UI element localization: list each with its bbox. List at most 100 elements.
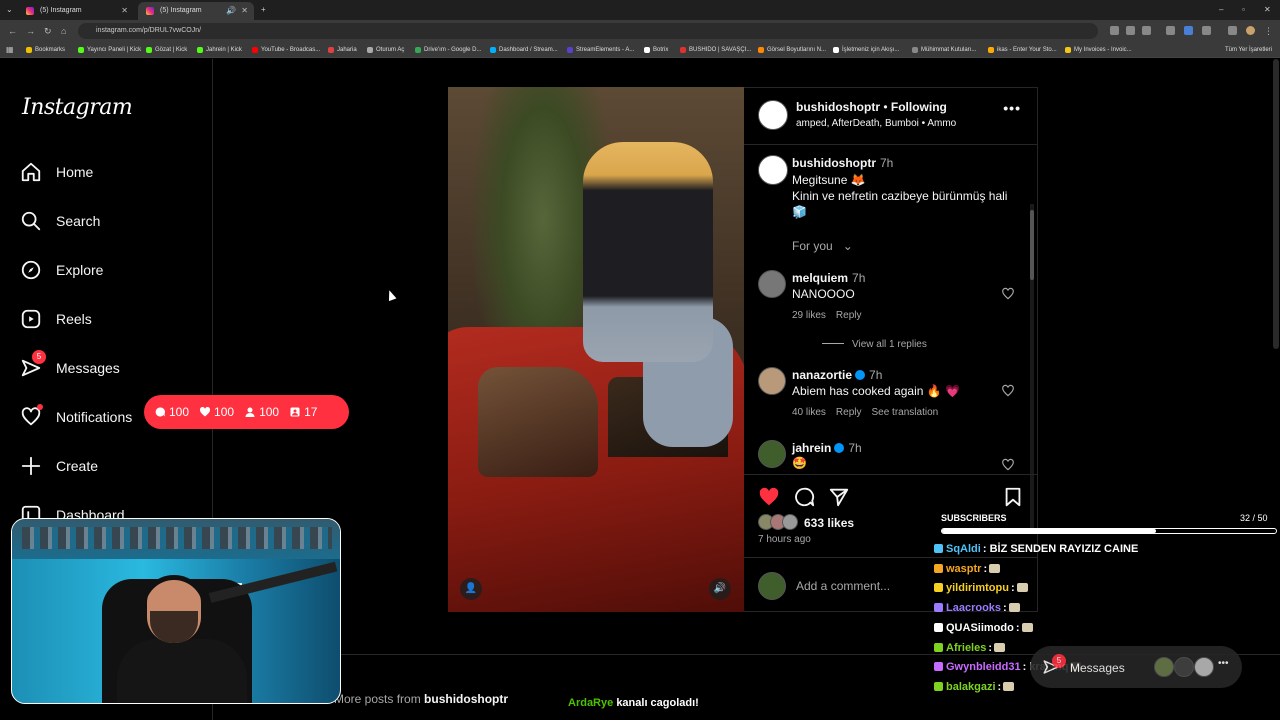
bookmark-item[interactable]: YouTube - Broadcas... [252, 42, 320, 58]
commenter-avatar[interactable] [758, 270, 786, 298]
caption-avatar[interactable] [758, 155, 788, 185]
extension-icon[interactable] [1184, 26, 1193, 35]
bookmark-item[interactable]: Yayıncı Paneli | Kick [78, 42, 141, 58]
browser-tab-2[interactable]: (5) Instagram 🔊 ✕ [138, 2, 254, 20]
chat-badge-icon [934, 583, 943, 593]
tab-bar: ⌄ (5) Instagram ✕ (5) Instagram 🔊 ✕ + – … [0, 0, 1280, 20]
bookmark-item[interactable]: Gözat | Kick [146, 42, 187, 58]
caption-username[interactable]: bushidoshoptr [792, 156, 876, 170]
browser-tab-1[interactable]: (5) Instagram ✕ [18, 2, 134, 20]
bookmark-item[interactable]: Dashboard / Stream... [490, 42, 558, 58]
bookmark-item[interactable]: Oturum Aç [367, 42, 404, 58]
author-username[interactable]: bushidoshoptr [796, 100, 880, 114]
for-you-dropdown[interactable]: For you ⌄ [792, 239, 863, 253]
more-options-icon[interactable]: ••• [1003, 100, 1021, 116]
comment-icon[interactable] [793, 486, 815, 508]
comment-meta: 40 likes Reply See translation [792, 407, 939, 418]
extension-icon[interactable] [1110, 26, 1119, 35]
bookmark-item[interactable]: StreamElements - A... [567, 42, 634, 58]
bookmark-icon[interactable] [1002, 486, 1024, 508]
chat-username: QUASiimodo [946, 621, 1014, 634]
likes-count[interactable]: 633 likes [804, 516, 854, 530]
audio-attribution[interactable]: amped, AfterDeath, Bumboi • Ammo [796, 118, 956, 129]
chat-badge-icon [934, 642, 943, 652]
messages-floating-button[interactable]: 5 Messages ••• [1030, 646, 1242, 688]
tags-count: 17 [289, 405, 317, 419]
chat-badge-icon [934, 662, 943, 672]
subscribers-label: SUBSCRIBERS [941, 513, 1007, 523]
address-bar: ← → ↻ ⌂ instagram.com/p/DRUL7vwCOJn/ ⋮ [0, 20, 1280, 42]
menu-icon[interactable]: ⋮ [1264, 20, 1273, 42]
sidebar-item-create[interactable]: Create [20, 452, 200, 482]
messages-badge: 5 [32, 350, 46, 364]
tagged-users-icon[interactable]: 👤 [460, 578, 482, 600]
commenter-avatar[interactable] [758, 440, 786, 468]
bookmark-item[interactable]: Drive'ım - Google D... [415, 42, 482, 58]
like-heart-icon[interactable] [758, 486, 780, 508]
bookmark-item[interactable]: İşletmeniz için Akışı... [833, 42, 899, 58]
like-comment-icon[interactable] [1001, 458, 1015, 472]
comments-scroll-thumb[interactable] [1030, 210, 1034, 280]
instagram-logo[interactable]: Instagram [22, 95, 133, 120]
minimize-icon[interactable]: – [1219, 0, 1223, 20]
chat-emote-icon [989, 563, 1001, 573]
restore-icon[interactable]: ▫ [1242, 0, 1245, 20]
new-tab-icon[interactable]: + [261, 0, 266, 20]
back-icon[interactable]: ← [8, 20, 17, 42]
post-media-image[interactable]: 👤 🔊 [448, 87, 744, 612]
tab-search-icon[interactable]: ⌄ [6, 0, 13, 20]
like-comment-icon[interactable] [1001, 384, 1015, 398]
bookmark-item[interactable]: Botrix [644, 42, 668, 58]
close-window-icon[interactable]: ✕ [1264, 0, 1271, 20]
bookmark-item[interactable]: Bookmarks [26, 42, 65, 58]
close-tab-icon[interactable]: ✕ [121, 2, 128, 20]
share-icon[interactable] [828, 486, 850, 508]
add-comment-input[interactable]: Add a comment... [796, 579, 890, 593]
reload-icon[interactable]: ↻ [44, 20, 52, 42]
chat-text: : [988, 641, 993, 654]
profile-avatar-icon[interactable] [1246, 26, 1255, 35]
like-comment-icon[interactable] [1001, 287, 1015, 301]
bookmark-item[interactable]: Jahrein | Kick [197, 42, 242, 58]
compass-icon [21, 260, 41, 280]
sidebar-item-reels[interactable]: Reels [20, 305, 200, 335]
forward-icon[interactable]: → [26, 20, 35, 42]
view-replies-link[interactable]: View all 1 replies [822, 339, 937, 350]
following-button[interactable]: Following [891, 100, 947, 114]
apps-grid-icon[interactable]: ▦ [6, 42, 14, 58]
bookmark-item[interactable]: BUSHIDO | SAVAŞÇI... [680, 42, 751, 58]
page-scrollbar[interactable] [1273, 59, 1279, 349]
url-input[interactable]: instagram.com/p/DRUL7vwCOJn/ [78, 23, 1098, 39]
chat-message: SqAldi: BİZ SENDEN RAYIZIZ CAINE [934, 543, 1138, 555]
volume-icon[interactable]: 🔊 [709, 578, 731, 600]
speaker-icon[interactable]: 🔊 [226, 2, 236, 20]
chat-text: : [997, 680, 1002, 693]
sidebar-item-messages[interactable]: 5 Messages [20, 350, 200, 384]
bookmark-star-icon[interactable] [1142, 26, 1151, 35]
bookmark-item[interactable]: ikas - Enter Your Sto... [988, 42, 1057, 58]
chat-text: : [1015, 621, 1020, 634]
all-bookmarks-link[interactable]: Tüm Yer İşaretleri [1225, 42, 1272, 58]
extensions-puzzle-icon[interactable] [1202, 26, 1211, 35]
chat-avatar [1174, 657, 1194, 677]
sidebar-icon[interactable] [1228, 26, 1237, 35]
verified-badge-icon [834, 443, 845, 453]
bookmark-item[interactable]: Görsel Boyutlarını N... [758, 42, 826, 58]
sidebar-item-home[interactable]: Home [20, 158, 200, 188]
bookmark-item[interactable]: Mühimmat Kutuları... [912, 42, 976, 58]
sidebar-item-explore[interactable]: Explore [20, 256, 200, 286]
bookmark-item[interactable]: Jaharia [328, 42, 357, 58]
home-button-icon[interactable]: ⌂ [61, 20, 66, 42]
chat-text: : [1010, 582, 1015, 595]
author-avatar[interactable] [758, 100, 788, 130]
zoom-icon[interactable] [1126, 26, 1135, 35]
extension-icon[interactable] [1166, 26, 1175, 35]
comment-text: NANOOOO [792, 287, 855, 301]
chat-message: QUASiimodo: [934, 622, 1033, 634]
commenter-avatar[interactable] [758, 367, 786, 395]
notifications-summary-pill[interactable]: 100 100 100 17 [144, 395, 349, 429]
chat-username: Laacrooks [946, 602, 1002, 615]
sidebar-item-search[interactable]: Search [20, 207, 200, 237]
bookmark-item[interactable]: My Invoices - Invoic... [1065, 42, 1132, 58]
close-tab-icon[interactable]: ✕ [241, 2, 248, 20]
